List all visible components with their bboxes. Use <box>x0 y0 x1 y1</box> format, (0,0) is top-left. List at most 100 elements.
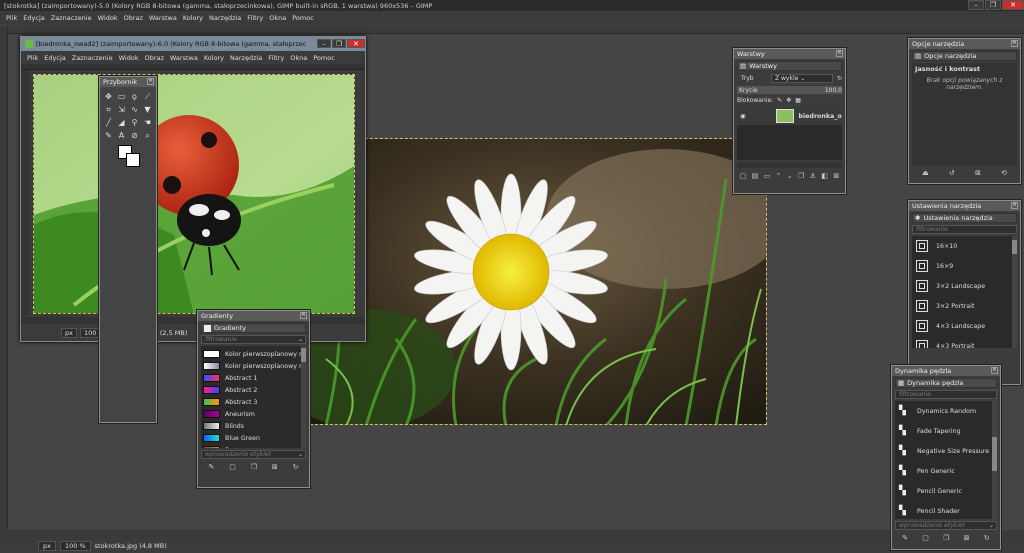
menu-widok[interactable]: Widok <box>98 14 118 22</box>
tool-presets-scrollbar[interactable] <box>1012 236 1017 348</box>
duplicate-gradient-icon[interactable]: ❐ <box>251 463 257 471</box>
maximize-button[interactable]: ❐ <box>985 0 1001 10</box>
tool-presets-tab[interactable]: ✱ Ustawienia narzędzia <box>912 213 1017 223</box>
menu-obraz[interactable]: Obraz <box>124 14 143 22</box>
color-swatches[interactable] <box>118 145 156 169</box>
color-picker-icon[interactable]: ⊘ <box>129 130 140 141</box>
eraser-icon[interactable]: ◢ <box>116 117 127 128</box>
gradient-item[interactable]: Blinds <box>203 420 304 432</box>
menu-narzedzia[interactable]: Narzędzia <box>209 14 241 22</box>
restore-preset-icon[interactable]: ↺ <box>949 169 955 177</box>
mask-layer-icon[interactable]: ◧ <box>821 172 828 180</box>
menu-plik[interactable]: Plik <box>6 14 17 22</box>
main-horizontal-scrollbar[interactable] <box>0 530 1024 538</box>
lb-menu-obraz[interactable]: Obraz <box>145 54 164 62</box>
new-gradient-icon[interactable]: ▢ <box>229 463 236 471</box>
lb-menu-warstwa[interactable]: Warstwa <box>170 54 198 62</box>
minimize-button[interactable]: – <box>968 0 984 10</box>
gradient-item[interactable]: Kolor pierwszoplanowy n <box>203 360 304 372</box>
gradient-item[interactable]: Abstract 3 <box>203 396 304 408</box>
edit-dynamics-icon[interactable]: ✎ <box>902 534 908 542</box>
crop-icon[interactable]: ⌗ <box>103 104 114 115</box>
tool-preset-item[interactable]: 3×2 Landscape <box>912 276 1017 296</box>
opacity-row[interactable]: Krycie 100,0 <box>737 86 842 94</box>
delete-dynamics-icon[interactable]: ⊠ <box>964 534 970 542</box>
save-preset-icon[interactable]: ⏏ <box>922 169 929 177</box>
dynamics-item[interactable]: ▚ Pen Generic <box>895 461 997 481</box>
lb-unit-select[interactable]: px <box>61 328 77 338</box>
menu-pomoc[interactable]: Pomoc <box>292 14 314 22</box>
lasso-icon[interactable]: ϙ <box>129 91 140 102</box>
lb-menu-plik[interactable]: Plik <box>27 54 38 62</box>
lb-menu-zaznaczenie[interactable]: Zaznaczenie <box>72 54 113 62</box>
gradients-tab[interactable]: Gradienty <box>201 323 306 333</box>
ladybug-h-ruler[interactable] <box>21 64 365 70</box>
lock-alpha-icon[interactable]: ▦ <box>795 97 801 104</box>
delete-layer-icon[interactable]: ⊠ <box>833 172 839 180</box>
chevron-down-icon[interactable]: ⌄ <box>989 522 994 530</box>
ladybug-close-button[interactable]: ✕ <box>347 39 365 48</box>
anchor-layer-icon[interactable]: ⚓ <box>810 172 816 180</box>
lb-zoom-select[interactable]: 100 <box>79 328 101 338</box>
dynamics-scrollbar[interactable] <box>992 401 997 519</box>
delete-preset-icon[interactable]: ⊠ <box>975 169 981 177</box>
warp-icon[interactable]: ∿ <box>129 104 140 115</box>
gradients-close-icon[interactable]: ✕ <box>300 312 307 319</box>
transform-icon[interactable]: ⇲ <box>116 104 127 115</box>
layer-mode-select[interactable]: Z wykle ⌄ <box>771 74 833 83</box>
text-tool-icon[interactable]: A <box>116 130 127 141</box>
tool-preset-item[interactable]: 4×3 Portrait <box>912 336 1017 348</box>
gradient-item[interactable]: Aneurism <box>203 408 304 420</box>
lock-pixels-icon[interactable]: ✎ <box>777 97 782 104</box>
tool-options-close-icon[interactable]: ✕ <box>1011 40 1018 47</box>
menu-filtry[interactable]: Filtry <box>247 14 263 22</box>
duplicate-layer-icon[interactable]: ❐ <box>798 172 804 180</box>
open-folder-icon[interactable]: ▭ <box>764 172 771 180</box>
gradient-item[interactable]: Abstract 1 <box>203 372 304 384</box>
lb-menu-filtry[interactable]: Filtry <box>268 54 284 62</box>
tool-preset-item[interactable]: 4×3 Landscape <box>912 316 1017 336</box>
menu-zaznaczenie[interactable]: Zaznaczenie <box>51 14 92 22</box>
dynamics-filter-input[interactable]: filtrowanie <box>895 390 997 399</box>
background-color-swatch[interactable] <box>126 153 140 167</box>
reset-options-icon[interactable]: ⟲ <box>1001 169 1007 177</box>
vertical-ruler[interactable] <box>0 26 8 536</box>
move-tool-icon[interactable]: ✥ <box>103 91 114 102</box>
fuzzy-select-icon[interactable]: ⟋ <box>142 91 153 102</box>
lower-layer-icon[interactable]: ⌄ <box>787 172 793 180</box>
ladybug-v-ruler[interactable] <box>21 70 29 315</box>
zoom-select[interactable]: 100 % <box>59 540 91 551</box>
daisy-image-canvas[interactable] <box>305 138 767 425</box>
paths-icon[interactable]: ✎ <box>103 130 114 141</box>
delete-gradient-icon[interactable]: ⊠ <box>272 463 278 471</box>
gradient-item[interactable]: Blue Green <box>203 432 304 444</box>
tool-presets-close-icon[interactable]: ✕ <box>1011 202 1018 209</box>
lb-menu-kolory[interactable]: Kolory <box>204 54 224 62</box>
dynamics-item[interactable]: ▚ Pencil Generic <box>895 481 997 501</box>
gradient-item[interactable]: Abstract 2 <box>203 384 304 396</box>
mode-reset-icon[interactable]: ↻ <box>837 75 842 82</box>
gradients-tags-input[interactable]: wprowadzenie etykiet ⌄ <box>201 450 306 459</box>
gradients-filter-input[interactable]: filtrowanie ⌄ <box>201 335 306 344</box>
zoom-icon[interactable]: ⌕ <box>142 130 153 141</box>
refresh-dynamics-icon[interactable]: ↻ <box>984 534 990 542</box>
dynamics-item[interactable]: ▚ Negative Size Pressure <box>895 441 997 461</box>
gradient-item[interactable]: Browns <box>203 444 304 448</box>
menu-okna[interactable]: Okna <box>269 14 286 22</box>
horizontal-ruler[interactable] <box>0 26 1024 34</box>
tool-preset-item[interactable]: 3×2 Portrait <box>912 296 1017 316</box>
duplicate-dynamics-icon[interactable]: ❐ <box>943 534 949 542</box>
unit-select[interactable]: px <box>38 540 56 551</box>
dynamics-item[interactable]: ▚ Fade Tapering <box>895 421 997 441</box>
close-button[interactable]: ✕ <box>1002 0 1024 10</box>
ladybug-h-scrollbar[interactable] <box>21 317 365 324</box>
new-dynamics-icon[interactable]: ▢ <box>922 534 929 542</box>
gradients-scrollbar[interactable] <box>301 346 306 448</box>
gradient-item[interactable]: Kolor pierwszoplanowy n <box>203 348 304 360</box>
layer-row[interactable]: ◉ biedronka_o <box>737 107 842 125</box>
lock-position-icon[interactable]: ✥ <box>786 97 791 104</box>
ladybug-image-canvas[interactable] <box>33 74 355 314</box>
dynamics-close-icon[interactable]: ✕ <box>991 367 998 374</box>
dynamics-item[interactable]: ▚ Dynamics Random <box>895 401 997 421</box>
layers-tab[interactable]: ▤ Warstwy <box>737 61 842 71</box>
